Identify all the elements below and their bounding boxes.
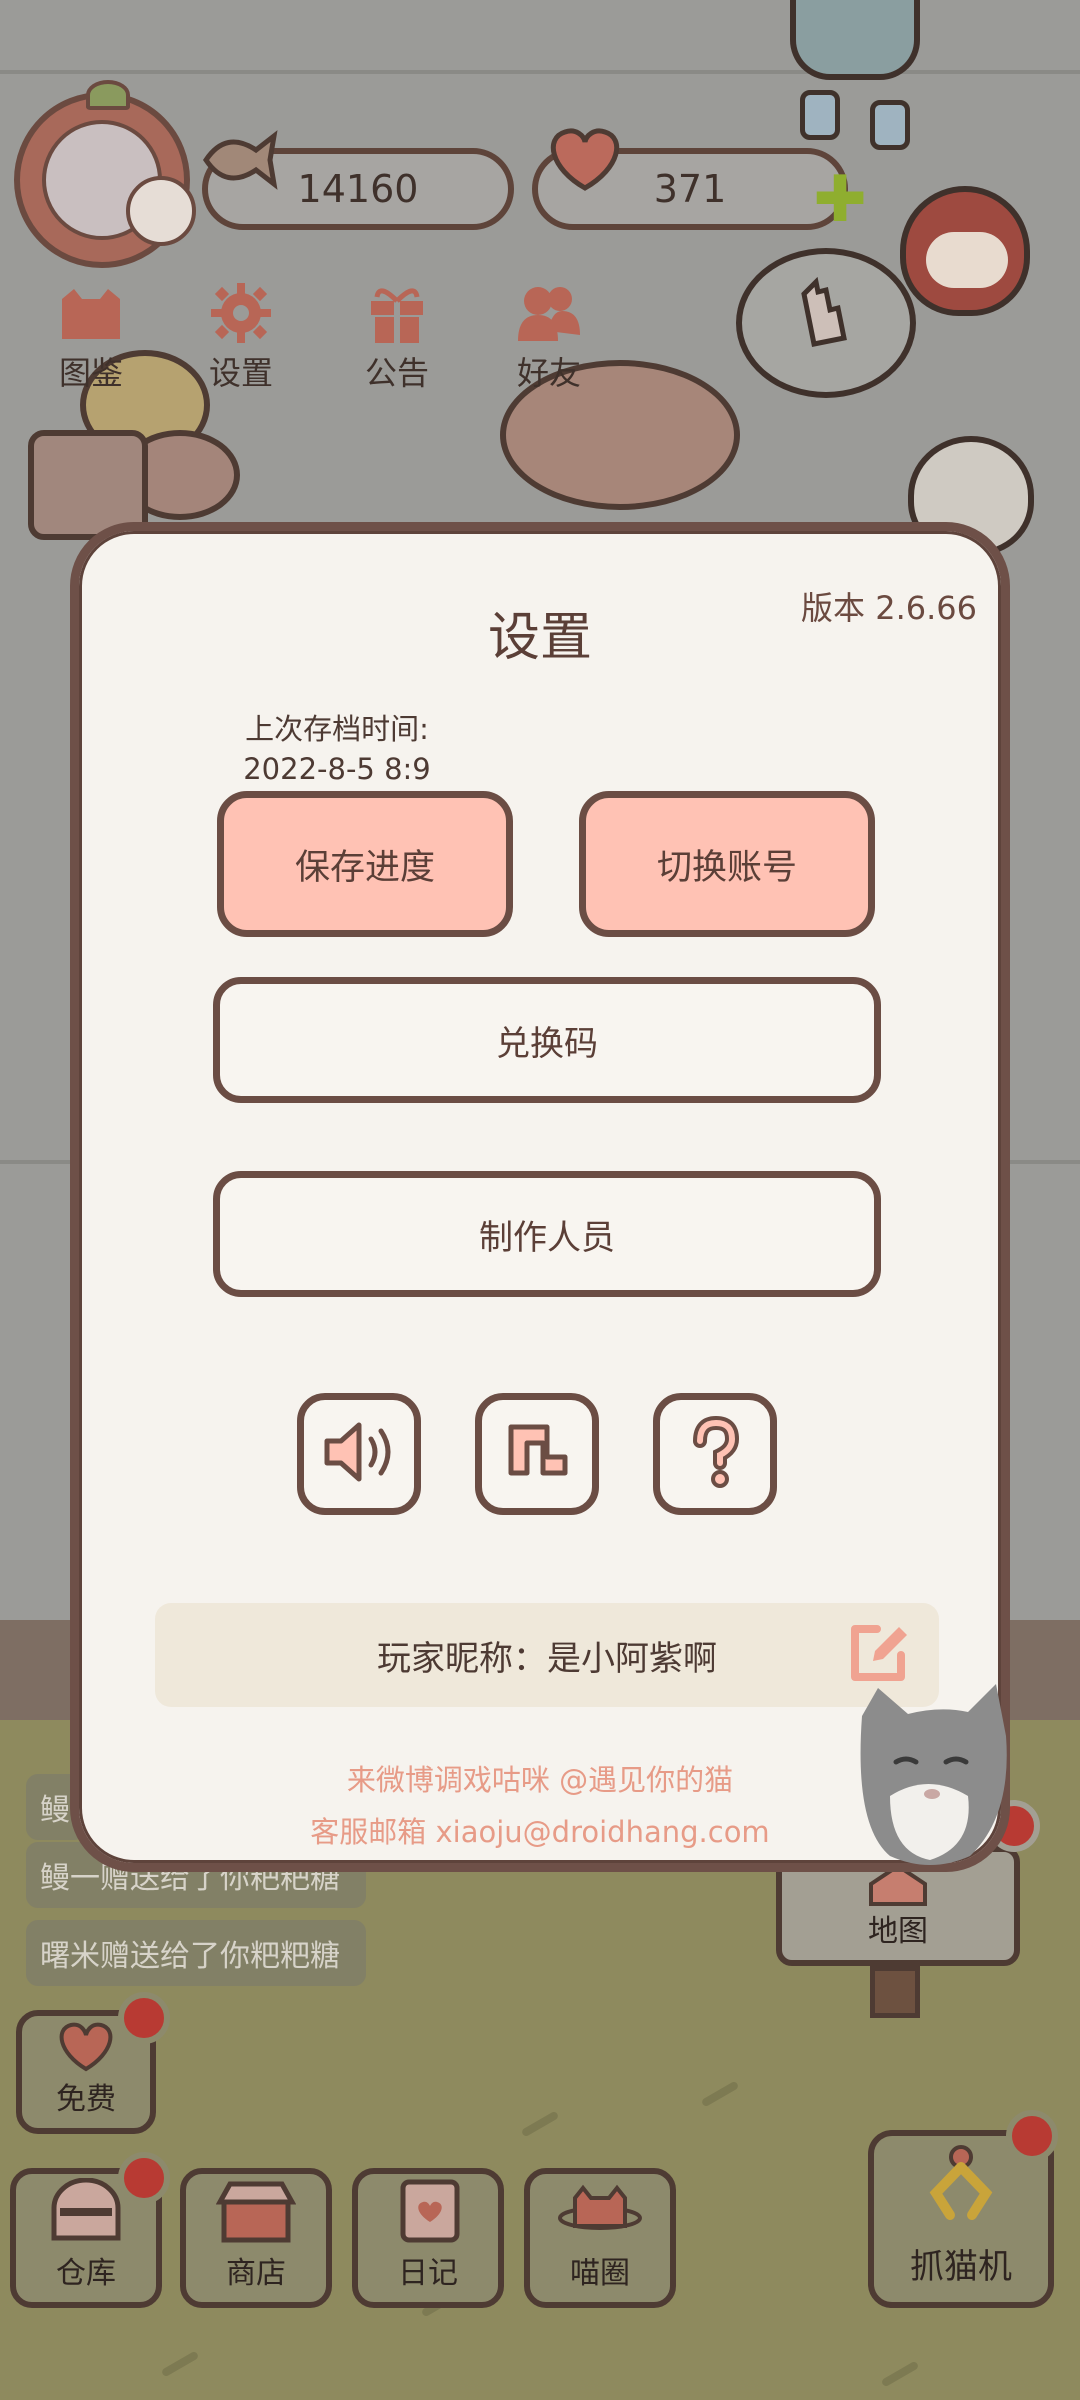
- nickname-text: 玩家昵称：是小阿紫啊: [377, 1638, 717, 1679]
- claw-icon: [916, 2136, 1006, 2239]
- last-save-info: 上次存档时间: 2022-8-5 8:9: [217, 709, 457, 789]
- friends-icon: [514, 280, 584, 346]
- last-save-time: 2022-8-5 8:9: [243, 752, 431, 786]
- speech-bubble[interactable]: [736, 248, 916, 398]
- sound-toggle-button[interactable]: [297, 1393, 421, 1515]
- last-save-label: 上次存档时间:: [245, 712, 429, 746]
- sign-post: [870, 1966, 920, 2018]
- nav-settings[interactable]: 设置: [186, 280, 296, 394]
- map-label: 地图: [868, 1914, 928, 1949]
- heart-count: 371: [653, 167, 727, 211]
- bunny-badge: [126, 176, 196, 246]
- meow-circle-button[interactable]: 喵圈: [524, 2168, 676, 2308]
- fish-icon: [196, 120, 286, 200]
- fish-count: 14160: [297, 167, 419, 211]
- notification-dot: [118, 2152, 170, 2204]
- credits-label: 制作人员: [479, 1217, 615, 1258]
- redeem-code-button[interactable]: 兑换码: [213, 977, 881, 1103]
- gift-icon: [362, 280, 432, 346]
- notification-dot: [1006, 2110, 1058, 2162]
- cat-planet-icon: [557, 2174, 643, 2248]
- free-label: 免费: [56, 2082, 116, 2117]
- diary-icon: [393, 2174, 463, 2248]
- storage-label: 仓库: [56, 2256, 116, 2291]
- diary-label: 日记: [398, 2256, 458, 2291]
- add-currency-button[interactable]: ✚: [810, 168, 870, 232]
- music-icon: [497, 1417, 577, 1491]
- claw-machine-label: 抓猫机: [910, 2247, 1012, 2287]
- nav-collection-label: 图鉴: [58, 354, 123, 392]
- cat-photo-sticker: [850, 1676, 1010, 1874]
- nav-announcement-label: 公告: [364, 354, 429, 392]
- owl-red: [900, 186, 1030, 316]
- help-button[interactable]: [653, 1393, 777, 1515]
- shop-button[interactable]: 商店: [180, 2168, 332, 2308]
- shop-icon: [216, 2174, 296, 2248]
- nav-settings-label: 设置: [208, 354, 273, 392]
- version-label: 版本 2.6.66: [801, 589, 977, 627]
- help-icon: [680, 1415, 750, 1493]
- nav-announcement[interactable]: 公告: [342, 280, 452, 394]
- nav-friends-label: 好友: [516, 354, 581, 392]
- meow-circle-label: 喵圈: [570, 2256, 630, 2291]
- sound-icon: [319, 1417, 399, 1491]
- nickname-bar: 玩家昵称：是小阿紫啊: [155, 1603, 939, 1707]
- redeem-code-label: 兑换码: [496, 1023, 598, 1064]
- settings-dialog: 设置 版本 2.6.66 上次存档时间: 2022-8-5 8:9 保存进度 切…: [70, 522, 1010, 1872]
- notification-dot: [118, 1992, 170, 2044]
- switch-account-button[interactable]: 切换账号: [579, 791, 875, 937]
- heart-icon: [53, 2016, 119, 2074]
- storage-icon: [48, 2174, 124, 2248]
- heart-icon: [540, 118, 630, 198]
- diary-button[interactable]: 日记: [352, 2168, 504, 2308]
- shop-label: 商店: [226, 2256, 286, 2291]
- cat-book-icon: [56, 280, 126, 346]
- save-progress-button[interactable]: 保存进度: [217, 791, 513, 937]
- save-progress-label: 保存进度: [294, 847, 435, 888]
- music-toggle-button[interactable]: [475, 1393, 599, 1515]
- nav-friends[interactable]: 好友: [494, 280, 604, 394]
- switch-account-label: 切换账号: [656, 847, 797, 888]
- credits-button[interactable]: 制作人员: [213, 1171, 881, 1297]
- gear-icon: [206, 280, 276, 346]
- nav-collection[interactable]: 图鉴: [36, 280, 146, 394]
- chat-message: 曙米赠送给了你粑粑糖: [26, 1920, 366, 1986]
